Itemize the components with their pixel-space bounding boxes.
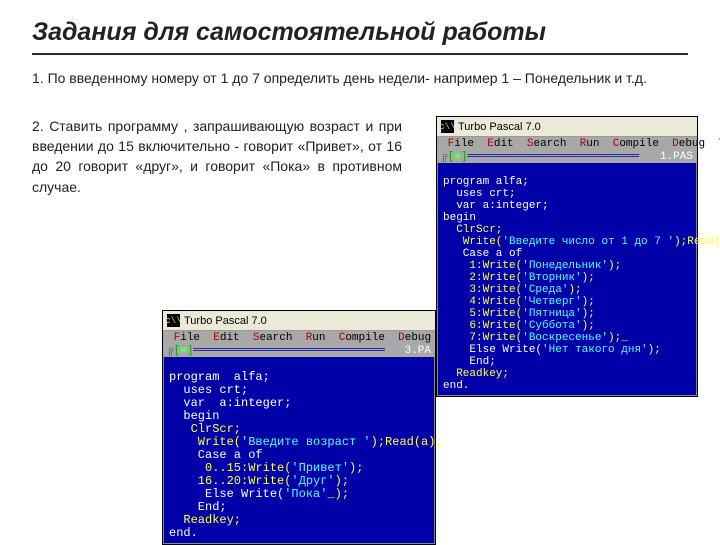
turbo-pascal-window-2: c\\ Turbo Pascal 7.0 File Edit Search Ru…: [162, 310, 436, 545]
titlebar: c\\ Turbo Pascal 7.0: [437, 117, 697, 137]
menubar[interactable]: File Edit Search Run Compile Debug: [163, 331, 435, 345]
cmd-icon: c\\: [167, 314, 180, 327]
code-area: program alfa; uses crt; var a:integer; b…: [437, 163, 697, 396]
menubar[interactable]: File Edit Search Run Compile Debug Tools: [437, 137, 697, 151]
window-title: Turbo Pascal 7.0: [184, 315, 267, 327]
window-title: Turbo Pascal 7.0: [458, 121, 541, 133]
task-1-text: 1. По введенному номеру от 1 до 7 опреде…: [32, 69, 688, 88]
titlebar: c\\ Turbo Pascal 7.0: [163, 311, 435, 331]
cmd-icon: c\\: [441, 120, 454, 133]
code-area: program alfa; uses crt; var a:integer; b…: [163, 357, 435, 544]
editor-tabbar: ╔[■]══════════════════════════1.PAS: [437, 151, 697, 163]
turbo-pascal-window-1: c\\ Turbo Pascal 7.0 File Edit Search Ru…: [436, 116, 698, 397]
page-title: Задания для самостоятельной работы: [32, 18, 688, 47]
divider: [32, 53, 688, 55]
editor-tabbar: ╔[■]═════════════════════════════3.PA: [163, 345, 435, 357]
task-2-text: 2. Ставить программу , запрашивающую воз…: [32, 116, 402, 197]
